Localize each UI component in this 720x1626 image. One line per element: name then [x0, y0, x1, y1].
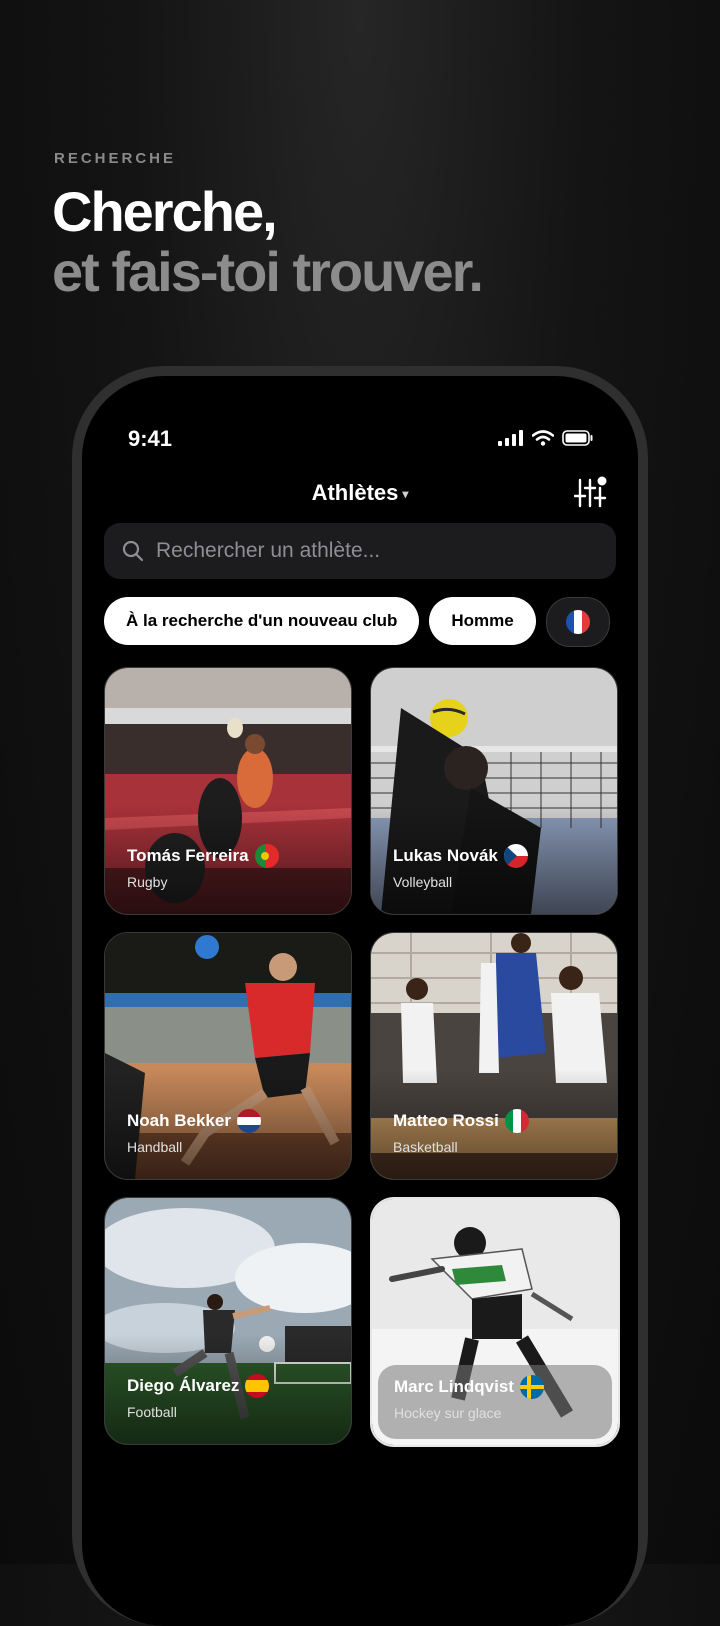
chevron-down-icon: ▾: [402, 487, 409, 501]
nav-title-label: Athlètes: [311, 480, 399, 505]
spain-flag-icon: [245, 1374, 270, 1398]
athlete-name: Tomás Ferreira: [127, 846, 249, 865]
status-time: 9:41: [128, 426, 173, 451]
athlete-sport: Rugby: [127, 874, 168, 890]
athlete-name-row: Lukas Novák: [393, 844, 528, 868]
athlete-name: Diego Álvarez: [127, 1376, 240, 1395]
section-eyebrow: RECHERCHE: [54, 150, 177, 167]
netherlands-flag-icon: [236, 1109, 261, 1133]
athlete-card[interactable]: Lukas Novák Volleyball: [370, 667, 618, 915]
athlete-sport: Handball: [127, 1139, 183, 1155]
athlete-name-row: Diego Álvarez: [127, 1374, 270, 1398]
sweden-flag-icon: [519, 1375, 544, 1399]
athlete-name: Lukas Novák: [393, 846, 498, 865]
search-icon: [122, 540, 144, 562]
portugal-flag-icon: [254, 844, 279, 868]
headline-line-2: et fais-toi trouver.: [52, 240, 484, 303]
athlete-card[interactable]: Marc Lindqvist Hockey sur glace: [370, 1197, 620, 1447]
athlete-name-row: Noah Bekker: [127, 1109, 261, 1133]
search-placeholder: Rechercher un athlète...: [156, 539, 381, 562]
headline-line-1: Cherche,: [52, 180, 278, 243]
athlete-card[interactable]: Noah Bekker Handball: [104, 932, 352, 1180]
athletes-dropdown[interactable]: Athlètes ▾: [82, 480, 638, 506]
sliders-icon[interactable]: [574, 476, 608, 510]
signal-icon: [498, 430, 523, 446]
athlete-name-row: Marc Lindqvist: [394, 1375, 544, 1399]
athlete-sport: Volleyball: [393, 874, 453, 890]
czechia-flag-icon: [503, 844, 528, 868]
athlete-card[interactable]: Matteo Rossi Basketball: [370, 932, 618, 1180]
italy-flag-icon: [504, 1109, 529, 1133]
filter-chips: À la recherche d'un nouveau club Homme: [104, 597, 610, 647]
athlete-name-row: Tomás Ferreira: [127, 844, 279, 868]
athlete-sport: Football: [127, 1404, 177, 1420]
chip-country[interactable]: [545, 597, 610, 647]
athlete-card[interactable]: Tomás Ferreira Rugby: [104, 667, 352, 915]
status-icons: [498, 430, 594, 446]
athlete-sport: Hockey sur glace: [394, 1405, 502, 1421]
search-input[interactable]: Rechercher un athlète...: [104, 523, 616, 579]
chip-gender[interactable]: Homme: [429, 597, 536, 645]
athlete-name: Marc Lindqvist: [394, 1377, 514, 1396]
athlete-sport: Basketball: [393, 1139, 458, 1155]
france-flag-icon: [565, 610, 590, 634]
athlete-name: Matteo Rossi: [393, 1111, 499, 1130]
athlete-card[interactable]: Diego Álvarez Football: [104, 1197, 352, 1445]
hero-headline: Cherche, et fais-toi trouver.: [52, 180, 484, 303]
chip-looking-for-club[interactable]: À la recherche d'un nouveau club: [104, 597, 420, 645]
athlete-name-row: Matteo Rossi: [393, 1109, 529, 1133]
phone-screen: 9:41 Athlètes ▾ Rechercher un athlète...…: [82, 376, 638, 1626]
athlete-name: Noah Bekker: [127, 1111, 231, 1130]
wifi-icon: [532, 430, 554, 446]
battery-icon: [562, 430, 593, 446]
